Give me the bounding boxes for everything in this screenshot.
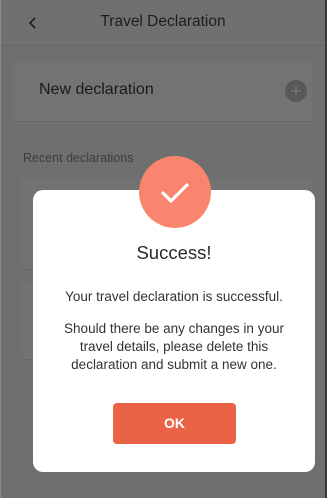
- success-dialog: Success! Your travel declaration is succ…: [33, 190, 315, 472]
- recent-declarations-heading: Recent declarations: [23, 151, 134, 165]
- app-bar: Travel Declaration: [1, 0, 325, 46]
- screen: Travel Declaration New declaration + Rec…: [0, 0, 327, 498]
- page-title: Travel Declaration: [100, 13, 226, 30]
- ok-button[interactable]: OK: [113, 403, 236, 444]
- dialog-message: Your travel declaration is successful.: [65, 289, 283, 304]
- plus-icon: +: [290, 81, 302, 101]
- success-badge: [139, 156, 211, 228]
- dialog-title: Success!: [136, 242, 212, 263]
- dialog-detail: Should there be any changes in your trav…: [64, 321, 284, 372]
- new-declaration-row[interactable]: New declaration +: [13, 62, 313, 122]
- check-icon: [161, 183, 189, 203]
- new-declaration-label: New declaration: [39, 81, 154, 98]
- add-declaration-button[interactable]: +: [285, 80, 307, 102]
